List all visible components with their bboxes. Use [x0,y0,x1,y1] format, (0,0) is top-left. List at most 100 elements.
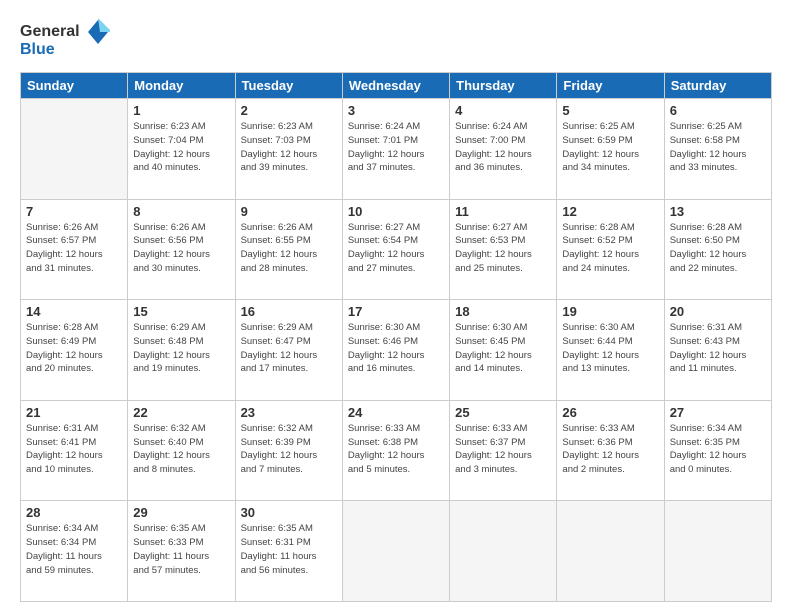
day-header-monday: Monday [128,73,235,99]
day-number: 12 [562,204,658,219]
calendar-cell [21,99,128,200]
logo-svg: General Blue [20,18,110,62]
day-number: 1 [133,103,229,118]
day-header-sunday: Sunday [21,73,128,99]
week-row-1: 1 Sunrise: 6:23 AMSunset: 7:04 PMDaylight… [21,99,772,200]
day-number: 8 [133,204,229,219]
day-number: 17 [348,304,444,319]
day-info: Sunrise: 6:34 AMSunset: 6:34 PMDaylight:… [26,522,122,577]
day-info: Sunrise: 6:31 AMSunset: 6:41 PMDaylight:… [26,422,122,477]
day-info: Sunrise: 6:34 AMSunset: 6:35 PMDaylight:… [670,422,766,477]
calendar-cell: 4 Sunrise: 6:24 AMSunset: 7:00 PMDaylight… [450,99,557,200]
logo: General Blue [20,18,110,62]
day-number: 29 [133,505,229,520]
calendar-cell [342,501,449,602]
day-number: 2 [241,103,337,118]
day-info: Sunrise: 6:30 AMSunset: 6:44 PMDaylight:… [562,321,658,376]
calendar-cell: 27 Sunrise: 6:34 AMSunset: 6:35 PMDayligh… [664,400,771,501]
day-number: 19 [562,304,658,319]
day-number: 22 [133,405,229,420]
calendar-cell: 23Sunrise: 6:32 AMSunset: 6:39 PMDayligh… [235,400,342,501]
day-number: 13 [670,204,766,219]
calendar-cell: 7Sunrise: 6:26 AMSunset: 6:57 PMDaylight… [21,199,128,300]
calendar-cell: 8 Sunrise: 6:26 AMSunset: 6:56 PMDaylight… [128,199,235,300]
day-number: 15 [133,304,229,319]
day-info: Sunrise: 6:30 AMSunset: 6:46 PMDaylight:… [348,321,444,376]
day-info: Sunrise: 6:23 AMSunset: 7:04 PMDaylight:… [133,120,229,175]
svg-text:General: General [20,23,80,40]
calendar-cell: 6Sunrise: 6:25 AMSunset: 6:58 PMDaylight… [664,99,771,200]
day-number: 30 [241,505,337,520]
calendar-cell: 16 Sunrise: 6:29 AMSunset: 6:47 PMDayligh… [235,300,342,401]
calendar-cell: 5 Sunrise: 6:25 AMSunset: 6:59 PMDaylight… [557,99,664,200]
day-info: Sunrise: 6:25 AMSunset: 6:59 PMDaylight:… [562,120,658,175]
day-info: Sunrise: 6:27 AMSunset: 6:54 PMDaylight:… [348,221,444,276]
day-number: 10 [348,204,444,219]
calendar-cell: 24Sunrise: 6:33 AMSunset: 6:38 PMDayligh… [342,400,449,501]
calendar-cell: 13 Sunrise: 6:28 AMSunset: 6:50 PMDayligh… [664,199,771,300]
calendar-cell: 18 Sunrise: 6:30 AMSunset: 6:45 PMDayligh… [450,300,557,401]
calendar-cell: 15 Sunrise: 6:29 AMSunset: 6:48 PMDayligh… [128,300,235,401]
calendar-cell: 28Sunrise: 6:34 AMSunset: 6:34 PMDayligh… [21,501,128,602]
day-info: Sunrise: 6:30 AMSunset: 6:45 PMDaylight:… [455,321,551,376]
day-info: Sunrise: 6:24 AMSunset: 7:00 PMDaylight:… [455,120,551,175]
calendar-table: SundayMondayTuesdayWednesdayThursdayFrid… [20,72,772,602]
day-number: 9 [241,204,337,219]
calendar-cell: 3 Sunrise: 6:24 AMSunset: 7:01 PMDaylight… [342,99,449,200]
calendar-cell: 14 Sunrise: 6:28 AMSunset: 6:49 PMDayligh… [21,300,128,401]
calendar-cell: 9 Sunrise: 6:26 AMSunset: 6:55 PMDaylight… [235,199,342,300]
day-info: Sunrise: 6:33 AMSunset: 6:36 PMDaylight:… [562,422,658,477]
day-info: Sunrise: 6:35 AMSunset: 6:31 PMDaylight:… [241,522,337,577]
day-number: 4 [455,103,551,118]
calendar-cell: 26 Sunrise: 6:33 AMSunset: 6:36 PMDayligh… [557,400,664,501]
day-info: Sunrise: 6:24 AMSunset: 7:01 PMDaylight:… [348,120,444,175]
calendar-cell: 30 Sunrise: 6:35 AMSunset: 6:31 PMDayligh… [235,501,342,602]
day-info: Sunrise: 6:31 AMSunset: 6:43 PMDaylight:… [670,321,766,376]
day-number: 21 [26,405,122,420]
calendar-cell: 12 Sunrise: 6:28 AMSunset: 6:52 PMDayligh… [557,199,664,300]
week-row-2: 7Sunrise: 6:26 AMSunset: 6:57 PMDaylight… [21,199,772,300]
day-number: 18 [455,304,551,319]
day-number: 24 [348,405,444,420]
day-number: 26 [562,405,658,420]
day-number: 16 [241,304,337,319]
day-number: 27 [670,405,766,420]
calendar-cell [557,501,664,602]
calendar-cell: 25Sunrise: 6:33 AMSunset: 6:37 PMDayligh… [450,400,557,501]
day-info: Sunrise: 6:28 AMSunset: 6:49 PMDaylight:… [26,321,122,376]
day-info: Sunrise: 6:29 AMSunset: 6:47 PMDaylight:… [241,321,337,376]
day-number: 20 [670,304,766,319]
calendar-cell: 17 Sunrise: 6:30 AMSunset: 6:46 PMDayligh… [342,300,449,401]
day-number: 3 [348,103,444,118]
calendar-cell: 21 Sunrise: 6:31 AMSunset: 6:41 PMDayligh… [21,400,128,501]
calendar-cell: 20 Sunrise: 6:31 AMSunset: 6:43 PMDayligh… [664,300,771,401]
day-info: Sunrise: 6:26 AMSunset: 6:56 PMDaylight:… [133,221,229,276]
page-header: General Blue [20,18,772,62]
week-row-3: 14 Sunrise: 6:28 AMSunset: 6:49 PMDayligh… [21,300,772,401]
day-number: 5 [562,103,658,118]
day-number: 23 [241,405,337,420]
day-header-wednesday: Wednesday [342,73,449,99]
day-info: Sunrise: 6:28 AMSunset: 6:50 PMDaylight:… [670,221,766,276]
calendar-cell: 22Sunrise: 6:32 AMSunset: 6:40 PMDayligh… [128,400,235,501]
calendar-cell: 19 Sunrise: 6:30 AMSunset: 6:44 PMDayligh… [557,300,664,401]
day-header-tuesday: Tuesday [235,73,342,99]
day-number: 6 [670,103,766,118]
calendar-cell: 1 Sunrise: 6:23 AMSunset: 7:04 PMDaylight… [128,99,235,200]
calendar-cell: 11 Sunrise: 6:27 AMSunset: 6:53 PMDayligh… [450,199,557,300]
week-row-5: 28Sunrise: 6:34 AMSunset: 6:34 PMDayligh… [21,501,772,602]
calendar-cell: 10 Sunrise: 6:27 AMSunset: 6:54 PMDayligh… [342,199,449,300]
day-info: Sunrise: 6:27 AMSunset: 6:53 PMDaylight:… [455,221,551,276]
day-info: Sunrise: 6:26 AMSunset: 6:55 PMDaylight:… [241,221,337,276]
day-header-friday: Friday [557,73,664,99]
day-info: Sunrise: 6:26 AMSunset: 6:57 PMDaylight:… [26,221,122,276]
calendar-cell: 29Sunrise: 6:35 AMSunset: 6:33 PMDayligh… [128,501,235,602]
svg-text:Blue: Blue [20,41,55,58]
day-info: Sunrise: 6:33 AMSunset: 6:37 PMDaylight:… [455,422,551,477]
day-info: Sunrise: 6:29 AMSunset: 6:48 PMDaylight:… [133,321,229,376]
day-info: Sunrise: 6:28 AMSunset: 6:52 PMDaylight:… [562,221,658,276]
day-header-thursday: Thursday [450,73,557,99]
day-header-saturday: Saturday [664,73,771,99]
day-number: 14 [26,304,122,319]
day-number: 11 [455,204,551,219]
